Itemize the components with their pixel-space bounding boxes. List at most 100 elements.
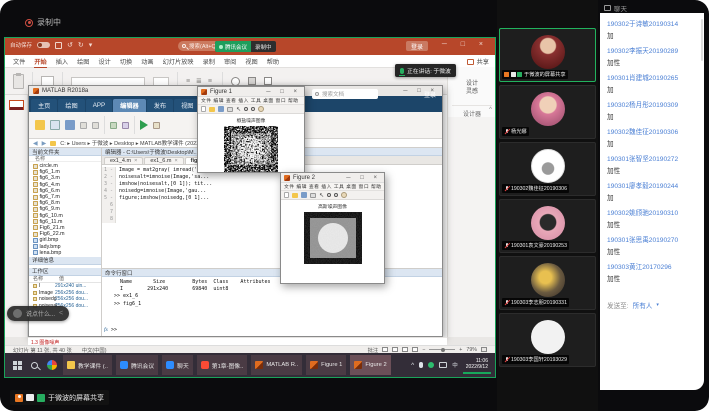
cursor-icon[interactable]: ↖ [319, 192, 324, 199]
participant-tile[interactable]: 杨光娜 [499, 85, 596, 139]
matlab-tab[interactable]: 编辑器 [113, 99, 146, 112]
ppt-tab[interactable]: 动画 [141, 57, 153, 66]
paragraph-icons[interactable]: ≡ ≣ ≡ [186, 77, 214, 85]
zoom-out-icon[interactable] [334, 193, 338, 197]
zoom-out-icon[interactable]: − [422, 347, 425, 353]
slideshow-icon[interactable] [412, 347, 418, 352]
tray-expand-icon[interactable]: ^ [411, 362, 414, 369]
send-to-selector[interactable]: 所有人 [633, 300, 653, 310]
chat-message[interactable]: 190301廖孝毅20190244 加 [607, 181, 700, 205]
ppt-tab[interactable]: 开始 [34, 57, 46, 66]
ppt-tab[interactable]: 文件 [13, 57, 25, 66]
print-icon[interactable] [310, 193, 316, 198]
close-tab-icon[interactable]: × [174, 158, 177, 164]
ppt-tab[interactable]: 帮助 [267, 57, 279, 66]
chat-message[interactable]: 190301张智坚20190272 加性 [607, 154, 700, 178]
participant-tile[interactable]: 于微波的屏幕共享 [499, 28, 596, 82]
code-area[interactable]: 1 - Image = mat2gray( imread('... 2 - no… [102, 165, 442, 268]
ppt-tab[interactable]: 插入 [56, 57, 68, 66]
autosave-toggle[interactable] [37, 42, 50, 48]
design-ideas-button[interactable]: 设计 灵感 [448, 81, 495, 96]
participant-tile[interactable]: 190301袁文豪20190253 [499, 199, 596, 253]
zoom-level[interactable]: 79% [466, 347, 477, 353]
chat-message[interactable]: 190302杨月彤20190309 加 [607, 100, 700, 124]
figure1-titlebar[interactable]: Figure 1 ─ □ × [198, 87, 304, 97]
ppt-tab[interactable]: 审阅 [224, 57, 236, 66]
rotate-icon[interactable] [341, 192, 347, 198]
zoom-out-icon[interactable] [251, 107, 255, 111]
zoom-in-icon[interactable]: + [459, 347, 462, 353]
ppt-login-button[interactable]: 登录 [406, 41, 428, 51]
taskbar-app-button[interactable]: Figure 2 [350, 355, 390, 375]
zoom-in-icon[interactable] [244, 107, 248, 111]
ppt-window-controls[interactable]: ─ □ × [442, 41, 489, 48]
editor-tab[interactable]: ex1_6.m× [144, 157, 183, 164]
nav-back-icon[interactable]: ◀ [33, 140, 38, 147]
chat-message[interactable]: 190302于诗敏20190314 加 [607, 19, 700, 43]
figure1-window-controls[interactable]: ─ □ × [266, 89, 301, 95]
taskbar-app-button[interactable]: 教学课件 (.. [63, 355, 112, 375]
participant-tile[interactable]: 190302魏佳征20190306 [499, 142, 596, 196]
find-files-icon[interactable] [92, 122, 99, 129]
open-icon[interactable] [209, 107, 215, 112]
matlab-doc-search[interactable]: 搜索文档 [312, 89, 378, 99]
rotate-icon[interactable] [258, 106, 264, 112]
fit-to-window-icon[interactable] [481, 347, 487, 352]
run-icon[interactable] [140, 120, 148, 130]
chat-message[interactable]: 190302李振天20190289 加性 [607, 46, 700, 70]
danmaku-input-pill[interactable]: 说点什么... < [7, 306, 69, 321]
new-figure-icon[interactable] [284, 192, 289, 198]
taskbar-app-button[interactable]: 聊天 [162, 355, 193, 375]
taskbar-app-button[interactable]: 腾讯会议 [116, 355, 158, 375]
figure2-menubar[interactable]: 文件 编辑 查看 插入 工具 桌面 窗口 帮助 [281, 183, 384, 191]
save-icon[interactable] [55, 42, 62, 49]
figure2-window-controls[interactable]: ─ □ × [346, 175, 381, 181]
chat-scrollbar[interactable] [701, 19, 703, 61]
print-icon[interactable] [227, 107, 233, 112]
save-icon[interactable] [65, 120, 75, 130]
redo-icon[interactable]: ↻ [78, 41, 84, 49]
save-icon[interactable] [301, 192, 307, 198]
new-figure-icon[interactable] [201, 106, 206, 112]
ppt-tab[interactable]: 切换 [120, 57, 132, 66]
chat-message[interactable]: 190301肖建城20190265 加 [607, 73, 700, 97]
chat-message[interactable]: 190302魏佳征20190306 加 [607, 127, 700, 151]
command-prompt[interactable]: >> [111, 327, 117, 334]
taskbar-clock[interactable]: 11:06 2022/9/12 [463, 356, 491, 374]
zoom-in-icon[interactable] [327, 193, 331, 197]
ppt-tab[interactable]: 设计 [99, 57, 111, 66]
matlab-tab[interactable]: 绘图 [58, 99, 84, 112]
arrange-icon[interactable] [248, 77, 256, 85]
cursor-icon[interactable]: ↖ [236, 106, 241, 113]
open-icon[interactable] [292, 193, 298, 198]
run-section-icon[interactable] [153, 122, 160, 129]
customize-caret-icon[interactable]: ▾ [89, 41, 93, 49]
new-script-icon[interactable] [50, 120, 60, 130]
fx-button[interactable]: fx [104, 327, 108, 334]
editor-tab[interactable]: ex1_4.m× [104, 157, 143, 164]
chat-message[interactable]: 190303黄江20170296 加性 [607, 262, 700, 286]
compare-icon[interactable] [80, 122, 87, 129]
save-icon[interactable] [218, 106, 224, 112]
pinwheel-app-icon[interactable] [47, 360, 57, 370]
meeting-floatbar[interactable]: 腾讯会议 录制中 [215, 41, 276, 52]
normal-view-icon[interactable] [382, 347, 388, 352]
matlab-login-link[interactable]: 登录 [424, 90, 436, 99]
matlab-tab[interactable]: 主页 [31, 99, 57, 112]
close-tab-icon[interactable]: × [134, 158, 137, 164]
slide-sorter-icon[interactable] [392, 347, 398, 352]
figure1-menubar[interactable]: 文件 编辑 查看 插入 工具 桌面 窗口 帮助 [198, 97, 304, 105]
command-window[interactable]: 命令行窗口 Name Size Bytes Class Attributes I… [102, 269, 442, 336]
figure2-titlebar[interactable]: Figure 2 ─ □ × [281, 173, 384, 183]
ppt-tab[interactable]: 录制 [203, 57, 215, 66]
taskbar-search-icon[interactable] [31, 362, 38, 369]
participant-tile[interactable]: 190303李志朋20190331 [499, 256, 596, 310]
collapse-chevron-icon[interactable]: ^ [489, 107, 492, 113]
collapse-icon[interactable]: < [59, 310, 63, 317]
participant-tile[interactable]: 190303李国轩20193029 [499, 313, 596, 367]
quick-styles-icon[interactable] [264, 77, 272, 85]
breakpoints-icon[interactable] [122, 122, 129, 129]
ppt-slide-thumbnail-panel[interactable] [5, 95, 28, 337]
figure1-window[interactable]: Figure 1 ─ □ × 文件 编辑 查看 插入 工具 桌面 窗口 帮助 ↖… [197, 86, 305, 173]
ppt-tab[interactable]: 绘图 [77, 57, 89, 66]
